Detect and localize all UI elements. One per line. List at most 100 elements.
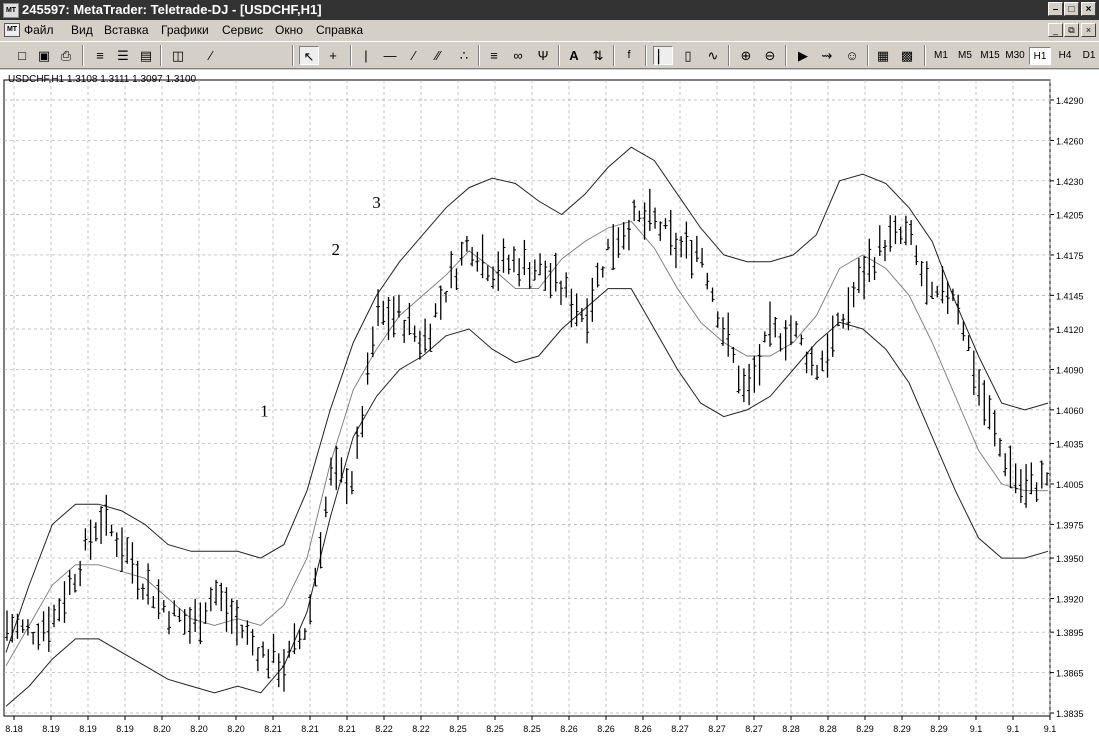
line-chart-icon[interactable]: ∿ <box>703 46 723 65</box>
timeframe-m30[interactable]: M30 <box>1004 47 1026 65</box>
channel-icon[interactable]: ∕∕ <box>428 46 448 65</box>
x-tick-label: 8.28 <box>782 724 800 734</box>
templates-icon[interactable]: ≡ <box>90 46 110 65</box>
experts-icon[interactable]: ☺ <box>842 46 862 65</box>
x-tick-label: 8.19 <box>42 724 60 734</box>
x-tick-label: 8.21 <box>264 724 282 734</box>
wave-label-2: 2 <box>331 240 340 259</box>
bar-chart-icon[interactable]: ▏ <box>653 46 673 65</box>
menu-insert[interactable]: Вставка <box>104 23 149 37</box>
menu-view[interactable]: Вид <box>71 23 93 37</box>
chart-window[interactable]: 1.4290 1.4260 1.4230 1.4205 1.4175 1.4145 1.41… <box>0 70 1099 748</box>
y-tick-label: 1.3920 <box>1056 594 1084 604</box>
x-tick-label: 9.1 <box>1044 724 1057 734</box>
y-tick-label: 1.4290 <box>1056 96 1084 106</box>
x-tick-label: 8.29 <box>930 724 948 734</box>
timeframe-h4[interactable]: H4 <box>1054 47 1076 65</box>
maximize-icon[interactable]: □ <box>1064 2 1079 16</box>
y-tick-label: 1.3865 <box>1056 669 1084 679</box>
y-tick-label: 1.4230 <box>1056 177 1084 187</box>
metatrader-icon: MT <box>3 3 19 18</box>
menu-bar: MT Файл Вид Вставка Графики Сервис Окно … <box>0 20 1099 40</box>
x-tick-label: 8.27 <box>671 724 689 734</box>
functions2-icon[interactable]: ∕ <box>201 46 221 65</box>
toolbar: □ ▣ ⎙ ≡ ☰ ▤ ◫ ∕ ↖ + | — ∕ ∕∕ ∴ ≡ ∞ Ψ A ⇅… <box>0 41 1099 69</box>
x-tick-label: 8.29 <box>856 724 874 734</box>
fibo-arcs-icon[interactable]: Ψ <box>533 46 553 65</box>
templates2-icon[interactable]: ▩ <box>897 46 917 65</box>
y-tick-label: 1.3975 <box>1056 520 1084 530</box>
minimize-icon[interactable]: – <box>1048 2 1063 16</box>
y-tick-label: 1.4260 <box>1056 136 1084 146</box>
horizontal-line-icon[interactable]: — <box>380 46 400 65</box>
menu-charts[interactable]: Графики <box>161 23 209 37</box>
x-tick-label: 8.25 <box>523 724 541 734</box>
gann-fan-icon[interactable]: ∴ <box>454 46 474 65</box>
x-tick-label: 8.20 <box>153 724 171 734</box>
properties-icon[interactable]: ▤ <box>136 46 156 65</box>
crosshair-icon[interactable]: + <box>323 46 343 65</box>
menu-window[interactable]: Окно <box>275 23 303 37</box>
x-tick-label: 8.18 <box>5 724 23 734</box>
y-tick-label: 1.3950 <box>1056 554 1084 564</box>
x-tick-label: 8.19 <box>116 724 134 734</box>
menu-file[interactable]: Файл <box>24 23 54 37</box>
mdi-restore-icon[interactable]: ⧉ <box>1064 23 1079 37</box>
x-tick-label: 8.26 <box>560 724 578 734</box>
y-tick-label: 1.4005 <box>1056 480 1084 490</box>
new-chart-icon[interactable]: □ <box>12 46 32 65</box>
title-bar: MT 245597: MetaTrader: Teletrade-DJ - [U… <box>0 0 1099 20</box>
mdi-close-icon[interactable]: × <box>1081 23 1096 37</box>
zoom-in-icon[interactable]: ⊕ <box>736 46 756 65</box>
autoscroll-icon[interactable]: ▶ <box>793 46 813 65</box>
close-icon[interactable]: × <box>1081 2 1096 16</box>
x-tick-label: 8.22 <box>375 724 393 734</box>
candles-icon[interactable]: ▯ <box>678 46 698 65</box>
y-tick-label: 1.4060 <box>1056 406 1084 416</box>
y-tick-label: 1.4145 <box>1056 291 1084 301</box>
text-icon[interactable]: A <box>564 46 584 65</box>
mdi-minimize-icon[interactable]: _ <box>1048 23 1063 37</box>
zoom-out-icon[interactable]: ⊖ <box>760 46 780 65</box>
window-title: 245597: MetaTrader: Teletrade-DJ - [USDC… <box>22 2 322 17</box>
indicators-icon[interactable]: ▦ <box>873 46 893 65</box>
print-icon[interactable]: ⎙ <box>56 46 76 65</box>
y-tick-label: 1.4090 <box>1056 365 1084 375</box>
y-tick-label: 1.3895 <box>1056 628 1084 638</box>
fibo-fan-icon[interactable]: ∞ <box>508 46 528 65</box>
save-icon[interactable]: ▣ <box>34 46 54 65</box>
menu-help[interactable]: Справка <box>316 23 363 37</box>
x-tick-label: 8.27 <box>745 724 763 734</box>
profiles-icon[interactable]: ☰ <box>113 46 133 65</box>
chart-window-icon[interactable]: MT <box>4 23 20 37</box>
chart-info-label: USDCHF,H1 1.3108 1.3111 1.3097 1.3100 <box>8 74 197 85</box>
wave-label-3: 3 <box>372 193 381 212</box>
vertical-line-icon[interactable]: | <box>356 46 376 65</box>
timeframe-m15[interactable]: M15 <box>979 47 1001 65</box>
x-tick-label: 8.27 <box>708 724 726 734</box>
x-tick-label: 9.1 <box>970 724 983 734</box>
functions-icon[interactable]: f <box>619 46 639 65</box>
timeframe-h1[interactable]: H1 <box>1029 47 1051 65</box>
chart-shift-icon[interactable]: ⇝ <box>817 46 837 65</box>
y-tick-label: 1.3835 <box>1056 709 1084 719</box>
y-tick-label: 1.4035 <box>1056 440 1084 450</box>
x-tick-label: 8.29 <box>893 724 911 734</box>
timeframe-m5[interactable]: M5 <box>954 47 976 65</box>
price-chart[interactable]: 1.4290 1.4260 1.4230 1.4205 1.4175 1.4145 1.41… <box>0 70 1099 748</box>
y-tick-label: 1.4120 <box>1056 325 1084 335</box>
timeframe-m1[interactable]: M1 <box>930 47 952 65</box>
arrows-icon[interactable]: ⇅ <box>588 46 608 65</box>
menu-tools[interactable]: Сервис <box>222 23 263 37</box>
trendline-icon[interactable]: ∕ <box>404 46 424 65</box>
fibo-retracement-icon[interactable]: ≡ <box>484 46 504 65</box>
x-tick-label: 8.25 <box>486 724 504 734</box>
x-tick-label: 8.20 <box>227 724 245 734</box>
x-tick-label: 8.26 <box>597 724 615 734</box>
cursor-icon[interactable]: ↖ <box>299 46 319 65</box>
plot-frame <box>3 79 1051 717</box>
period-icon[interactable]: ◫ <box>168 46 188 65</box>
wave-label-1: 1 <box>260 402 269 421</box>
x-tick-label: 9.1 <box>1007 724 1020 734</box>
timeframe-d1[interactable]: D1 <box>1078 47 1099 65</box>
